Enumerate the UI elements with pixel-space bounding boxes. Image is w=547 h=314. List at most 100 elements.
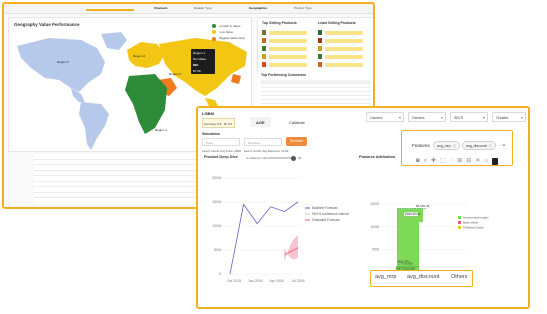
confidence-slider[interactable] — [270, 155, 296, 161]
least-selling-title: Least Selling Products — [318, 21, 356, 25]
dashboard-tab-bar: Channels Retailer Type Geographies Produ… — [4, 4, 373, 14]
product-row[interactable] — [318, 54, 363, 59]
confidence-interval-label: Confidence Interval — [246, 156, 272, 160]
model-simulation-panel: LGBM Accuracy 0.5 · R² 0.2 · P-value 0.3… — [196, 106, 530, 309]
model-title: LGBM — [202, 111, 214, 116]
region-dropdown[interactable]: Chhatta — [492, 112, 526, 122]
autoscale-icon[interactable]: ✕ — [475, 158, 480, 165]
region-label-1: Region 1 — [155, 128, 168, 132]
logo-icon — [492, 158, 498, 165]
y-tick-label: 150M — [370, 202, 379, 206]
customers-table — [261, 80, 370, 108]
feature-chip-avg-mrp[interactable]: avg_mrp ⓧ — [433, 141, 461, 150]
y-tick-label: 50M — [372, 248, 379, 252]
map-region-north-america — [17, 38, 105, 92]
product-row[interactable] — [262, 30, 307, 35]
features-selector-popup: Features avg_mrp ⓧ avg_discount ⓧ ⌄ ◙ ⌕ ✚ … — [401, 130, 513, 166]
product-row[interactable] — [262, 62, 307, 67]
price-input[interactable]: Price — [202, 138, 240, 146]
x-tick-label: Jul 2016 — [291, 279, 304, 283]
map-region-africa — [125, 74, 167, 134]
close-icon: ⓧ — [452, 144, 457, 148]
map-legend: Growth in Value Low Value Biggest Value … — [212, 24, 245, 43]
region-label-2: Region 2 — [133, 54, 146, 58]
legend-swatch — [458, 216, 461, 219]
category-dropdown[interactable]: Camera — [366, 112, 404, 122]
product-row[interactable] — [318, 30, 363, 35]
product-row[interactable] — [262, 46, 307, 51]
legend-item: Low Value — [212, 30, 245, 35]
tab-product-type[interactable]: Product Type — [294, 6, 312, 10]
legend-label: Predicted Value — [463, 226, 484, 230]
home-icon[interactable]: ⌂ — [484, 158, 488, 165]
tab-channels[interactable]: Channels — [154, 6, 168, 10]
legend-label: 95.0% confidence interval — [312, 212, 349, 216]
product-row[interactable] — [318, 46, 363, 51]
tab-aoe[interactable]: AOE — [250, 117, 271, 127]
series-line-baseline — [229, 201, 299, 275]
y-tick-label: 100M — [212, 224, 221, 228]
channel-dropdown[interactable]: SELR — [450, 112, 488, 122]
lasso-icon[interactable]: ◌ — [450, 158, 454, 165]
tab-callibration[interactable]: Callibrati — [283, 117, 311, 127]
top-selling-title: Top Selling Products — [262, 21, 297, 25]
tab-geographies[interactable]: Geographies — [249, 6, 267, 10]
close-icon: ⓧ — [488, 144, 493, 148]
legend-swatch — [458, 226, 461, 229]
legend-dot — [212, 36, 217, 41]
discount-input[interactable]: Discount — [244, 138, 282, 146]
geography-data-table — [34, 154, 204, 204]
axis-label-avg-discount: avg_discount — [407, 274, 440, 280]
model-metrics-badge: Accuracy 0.5 · R² 0.2 · P-value 0.3 — [202, 118, 235, 128]
last-6-month-averages: Last 6 month Avg Price: 2840 · Last 6 mo… — [202, 149, 289, 153]
legend-dot — [212, 24, 217, 29]
product-row[interactable] — [318, 38, 363, 43]
region-label-4: Region 4 — [57, 60, 70, 64]
y-tick-label: 0 — [219, 272, 221, 276]
pan-icon[interactable]: ✚ — [431, 158, 436, 165]
axis-label-others: Others — [451, 274, 468, 280]
product-row[interactable] — [262, 54, 307, 59]
features-label: Features — [412, 143, 430, 148]
chevron-down-icon[interactable]: ⌄ — [501, 140, 507, 148]
simulation-label: Simulation — [202, 132, 220, 136]
feature-axis-highlight: avg_mrp avg_discount Others — [370, 270, 473, 287]
simulate-button[interactable]: Simulate — [286, 137, 307, 146]
x-tick-label: Oct 2015 — [227, 279, 241, 283]
zoom-in-icon[interactable]: ⊞ — [457, 158, 462, 165]
zoom-out-icon[interactable]: ⊟ — [466, 158, 471, 165]
legend-label: Baseline Forecast — [312, 206, 338, 210]
y-tick-label: 50M — [214, 248, 221, 252]
annotation-text: PRED 881.3K — [405, 213, 421, 216]
customers-title: Top Performing Customers — [261, 73, 307, 77]
y-tick-label: 100M — [370, 225, 379, 229]
x-tick-label: Jan 2016 — [248, 279, 262, 283]
axis-label-avg-mrp: avg_mrp — [375, 274, 397, 280]
legend-swatch — [458, 221, 461, 224]
legend-item: Growth in Value — [212, 24, 245, 29]
legend-label: Base Value — [463, 221, 478, 225]
forecast-line-chart[interactable]: 0 50M 100M 150M 200M Oct 2015 Jan 2016 Apr 2016… — [202, 164, 352, 292]
y-tick-label: 200M — [212, 176, 221, 180]
product-row[interactable] — [318, 62, 363, 67]
map-region-greenland — [101, 32, 127, 50]
table-row[interactable] — [34, 193, 204, 198]
legend-label: Simulated Forecast — [312, 218, 340, 222]
y-tick-label: 150M — [212, 200, 221, 204]
map-region-east-asia — [231, 74, 241, 84]
slider-knob[interactable] — [291, 155, 296, 161]
product-row[interactable] — [262, 38, 307, 43]
legend-dot — [212, 30, 217, 35]
legend-label: Incremental Impact — [463, 216, 489, 220]
tab-progress-bar — [86, 9, 134, 11]
camera-icon[interactable]: ◙ — [416, 158, 420, 165]
subcategory-dropdown[interactable]: Camera — [408, 112, 446, 122]
zoom-icon[interactable]: ⌕ — [424, 158, 427, 165]
map-tooltip: Region 1 Net Value $2K $7.5K — [191, 49, 215, 74]
features-attribution-title: Features Attribution — [359, 155, 396, 159]
select-box-icon[interactable]: ⬚ — [440, 158, 446, 165]
region-label-3: Region 3 — [169, 72, 182, 76]
product-deep-dive-title: Product Deep Dive — [204, 155, 238, 159]
feature-chip-avg-discount[interactable]: avg_discount ⓧ — [462, 141, 497, 150]
tab-retailer-type[interactable]: Retailer Type — [194, 6, 212, 10]
